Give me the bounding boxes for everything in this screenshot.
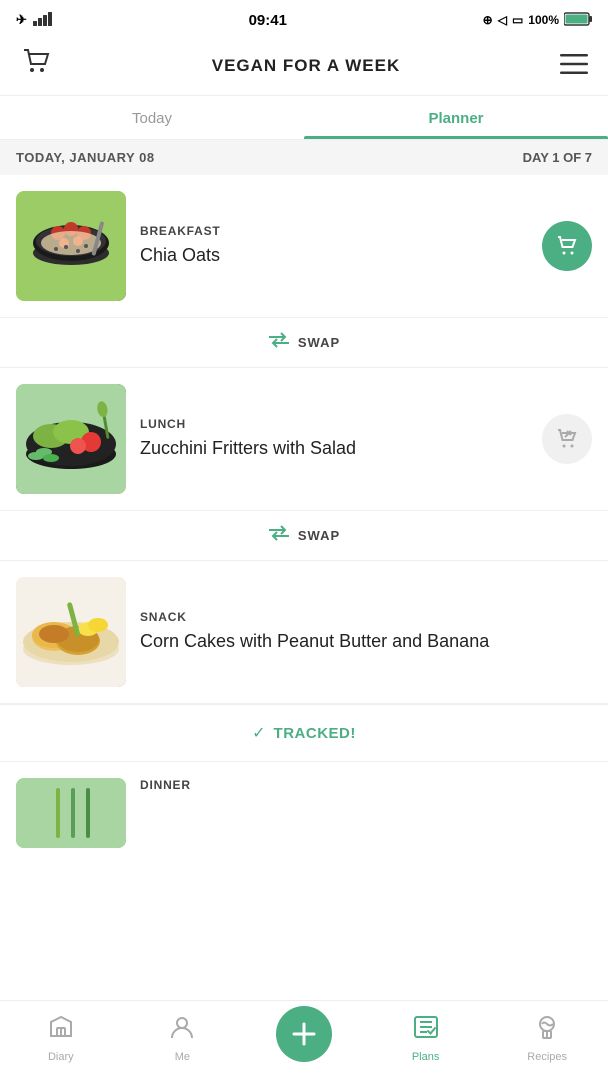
- battery-percent: 100%: [528, 13, 559, 27]
- recipes-label: Recipes: [527, 1051, 567, 1063]
- breakfast-type: BREAKFAST: [140, 224, 528, 238]
- nav-add[interactable]: [243, 1016, 365, 1062]
- me-icon: [169, 1014, 195, 1047]
- nav-recipes[interactable]: Recipes: [486, 1014, 608, 1063]
- status-right: ⊕ ◁ ▭ 100%: [483, 12, 592, 29]
- swap-icon-2: [268, 525, 290, 546]
- tracked-label: TRACKED!: [274, 725, 356, 742]
- nav-diary[interactable]: Diary: [0, 1014, 122, 1063]
- tab-planner[interactable]: Planner: [304, 96, 608, 139]
- date-bar: TODAY, JANUARY 08 DAY 1 OF 7: [0, 140, 608, 175]
- lock-icon: ⊕: [483, 13, 493, 27]
- plans-icon: [413, 1014, 439, 1047]
- signal-icon: [33, 12, 53, 29]
- tab-today[interactable]: Today: [0, 96, 304, 139]
- plans-label: Plans: [412, 1051, 440, 1063]
- snack-info: SNACK Corn Cakes with Peanut Butter and …: [140, 610, 528, 653]
- day-label: DAY 1 OF 7: [523, 150, 592, 165]
- snack-type: SNACK: [140, 610, 528, 624]
- nav-me[interactable]: Me: [122, 1014, 244, 1063]
- location-icon: ◁: [498, 13, 507, 27]
- screen-icon: ▭: [512, 13, 523, 27]
- snack-image: [16, 577, 126, 687]
- recipes-icon: [534, 1014, 560, 1047]
- breakfast-card: BREAKFAST Chia Oats: [0, 175, 608, 318]
- dinner-type: DINNER: [140, 778, 592, 792]
- lunch-cart-button[interactable]: [542, 414, 592, 464]
- lunch-type: LUNCH: [140, 417, 528, 431]
- snack-name: Corn Cakes with Peanut Butter and Banana: [140, 630, 528, 653]
- app-header: VEGAN FOR A WEEK: [0, 36, 608, 96]
- breakfast-cart-button[interactable]: [542, 221, 592, 271]
- breakfast-image: [16, 191, 126, 301]
- lunch-name: Zucchini Fritters with Salad: [140, 437, 528, 460]
- battery-icon: [564, 12, 592, 29]
- diary-label: Diary: [48, 1051, 74, 1063]
- dinner-image: [16, 778, 126, 848]
- lunch-card: LUNCH Zucchini Fritters with Salad: [0, 368, 608, 511]
- breakfast-info: BREAKFAST Chia Oats: [140, 224, 528, 267]
- swap-label-2: SWAP: [298, 528, 340, 543]
- add-button[interactable]: [276, 1006, 332, 1062]
- header-cart-icon[interactable]: [20, 46, 52, 85]
- lunch-info: LUNCH Zucchini Fritters with Salad: [140, 417, 528, 460]
- status-bar: ✈ 09:41 ⊕ ◁ ▭ 100%: [0, 0, 608, 36]
- status-left: ✈: [16, 12, 53, 29]
- date-label: TODAY, JANUARY 08: [16, 150, 155, 165]
- swap-bar-1[interactable]: SWAP: [0, 318, 608, 368]
- lunch-image: [16, 384, 126, 494]
- menu-icon[interactable]: [560, 54, 588, 78]
- dinner-info: DINNER: [140, 778, 592, 798]
- nav-plans[interactable]: Plans: [365, 1014, 487, 1063]
- tracked-check-icon: ✓: [252, 723, 265, 743]
- me-label: Me: [175, 1051, 190, 1063]
- dinner-card: DINNER: [0, 762, 608, 864]
- tracked-bar: ✓ TRACKED!: [0, 704, 608, 762]
- breakfast-name: Chia Oats: [140, 244, 528, 267]
- diary-icon: [48, 1014, 74, 1047]
- bottom-nav: Diary Me Plans: [0, 1000, 608, 1080]
- app-title: VEGAN FOR A WEEK: [212, 56, 401, 76]
- status-time: 09:41: [249, 12, 287, 29]
- airplane-icon: ✈: [16, 12, 27, 28]
- snack-card: SNACK Corn Cakes with Peanut Butter and …: [0, 561, 608, 704]
- swap-bar-2[interactable]: SWAP: [0, 511, 608, 561]
- tab-bar: Today Planner: [0, 96, 608, 140]
- swap-icon-1: [268, 332, 290, 353]
- swap-label-1: SWAP: [298, 335, 340, 350]
